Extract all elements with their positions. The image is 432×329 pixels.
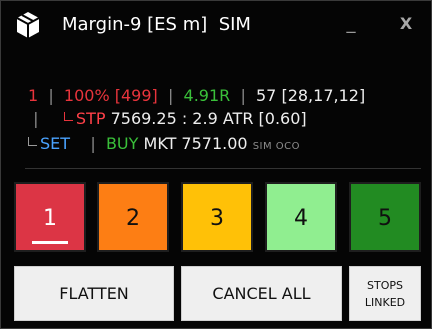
position-info-panel: 1 | 100% [499] | 4.91R | 57 [28,17,12] |… (1, 79, 431, 169)
cube-icon (16, 12, 40, 38)
qty-button-4[interactable]: 4 (265, 182, 337, 252)
stop-details: 7569.25 : 2.9 ATR [0.60] (110, 109, 307, 128)
qty-button-label: 4 (294, 206, 308, 231)
stops-linked-label-line1: STOPS (367, 279, 403, 292)
position-summary-line: 1 | 100% [499] | 4.91R | 57 [28,17,12] (28, 86, 365, 108)
stop-line: | STP 7569.25 : 2.9 ATR [0.60] (28, 109, 307, 131)
separator: | (70, 134, 106, 153)
qty-button-label: 1 (43, 206, 57, 231)
qty-button-5[interactable]: 5 (349, 182, 421, 252)
title-bar[interactable]: Margin-9 [ES m] SIM _ X (1, 1, 431, 51)
r-multiple: 4.91R (183, 86, 231, 105)
qty-button-label: 3 (210, 206, 224, 231)
qty-button-1[interactable]: 1 (14, 182, 86, 252)
minimize-button[interactable]: _ (338, 9, 364, 39)
selected-indicator (32, 241, 68, 244)
trade-stats: 57 [28,17,12] (256, 86, 366, 105)
order-details: MKT 7571.00 (143, 134, 248, 153)
qty-button-2[interactable]: 2 (97, 182, 169, 252)
separator: | (28, 109, 64, 128)
qty-button-3[interactable]: 3 (181, 182, 253, 252)
margin-window: Margin-9 [ES m] SIM _ X 1 | 100% [499] |… (0, 0, 432, 329)
divider (25, 168, 421, 169)
separator: | (157, 86, 184, 105)
stop-label[interactable]: STP (76, 109, 106, 128)
stops-linked-label-line2: LINKED (364, 296, 406, 309)
tree-corner-icon (28, 137, 37, 146)
close-button[interactable]: X (394, 11, 418, 37)
flatten-button[interactable]: FLATTEN (14, 266, 174, 321)
buy-label: BUY (105, 134, 139, 153)
tree-corner-icon (63, 112, 73, 121)
cancel-all-button[interactable]: CANCEL ALL (181, 266, 342, 321)
order-tags: SIM OCO (252, 141, 301, 152)
position-qty: 1 (28, 86, 39, 105)
set-label[interactable]: SET (40, 134, 70, 153)
window-title: Margin-9 [ES m] SIM (62, 14, 251, 35)
qty-button-label: 5 (378, 206, 392, 231)
order-line: SET | BUY MKT 7571.00 SIM OCO (28, 134, 300, 156)
position-percent: 100% [499] (63, 86, 158, 105)
separator: | (230, 86, 256, 105)
stops-linked-button[interactable]: STOPS LINKED (349, 266, 421, 321)
separator: | (38, 86, 64, 105)
qty-button-label: 2 (126, 206, 140, 231)
